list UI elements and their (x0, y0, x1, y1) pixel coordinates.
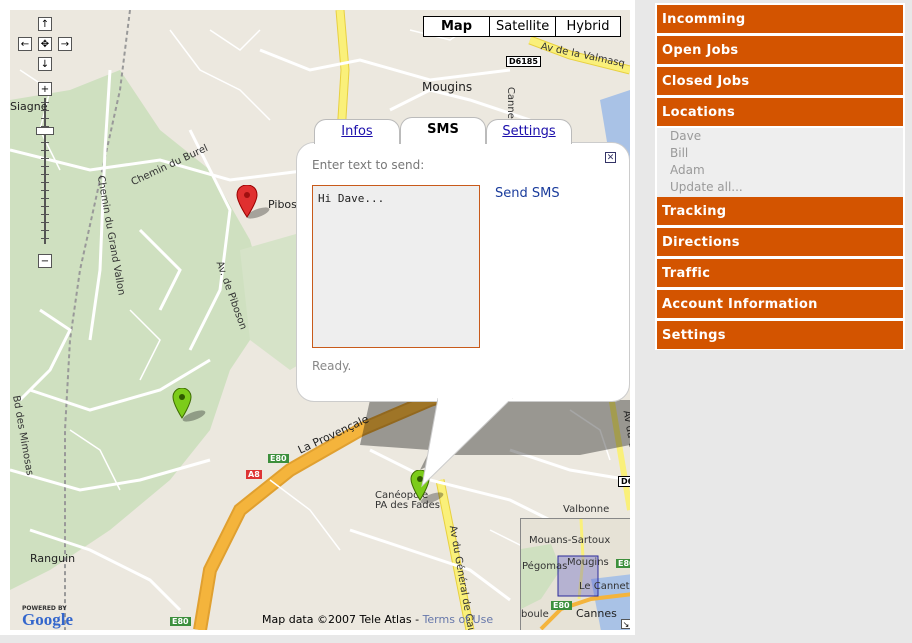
overview-badge-e80-b: E80 (551, 601, 572, 610)
road-badge-d6: D6 (618, 476, 630, 487)
location-item-adam[interactable]: Adam (670, 163, 705, 177)
google-wordmark: Google (22, 610, 73, 629)
location-item-update-all[interactable]: Update all... (670, 180, 743, 194)
zoom-out-icon[interactable]: − (38, 254, 52, 268)
road-badge-d6185: D6185 (506, 56, 541, 67)
pan-up-icon[interactable]: ↑ (38, 17, 52, 31)
tab-settings[interactable]: Settings (486, 119, 572, 144)
tab-infos[interactable]: Infos (314, 119, 400, 144)
overview-map[interactable]: Mouans-Sartoux Pégomas Mougins Le Cannet… (520, 518, 630, 630)
pan-down-icon[interactable]: ↓ (38, 57, 52, 71)
overview-label-pegomas: Pégomas (522, 561, 568, 572)
place-label-valbonne: Valbonne (563, 504, 610, 515)
sidebar-item-traffic[interactable]: Traffic (657, 259, 903, 287)
sidebar-item-incomming[interactable]: Incomming (657, 5, 903, 33)
sms-prompt-label: Enter text to send: (312, 158, 425, 172)
tab-sms[interactable]: SMS (400, 117, 486, 144)
overview-toggle-icon[interactable]: ↘ (621, 619, 630, 629)
green-marker-icon[interactable] (172, 388, 212, 428)
place-label-ranguin: Ranguin (30, 552, 76, 565)
map-type-hybrid[interactable]: Hybrid (556, 17, 620, 36)
pan-left-icon[interactable]: ← (18, 37, 32, 51)
sidebar-item-account-information[interactable]: Account Information (657, 290, 903, 318)
map-copyright: Map data ©2007 Tele Atlas - Terms of Use (262, 613, 493, 626)
zoom-slider-track[interactable] (38, 98, 52, 244)
overview-label-le-cannet: Le Cannet (579, 581, 630, 592)
place-label-mougins: Mougins (422, 80, 473, 94)
sidebar-item-open-jobs[interactable]: Open Jobs (657, 36, 903, 64)
pan-right-icon[interactable]: → (58, 37, 72, 51)
terms-of-use-link[interactable]: Terms of Use (423, 613, 494, 626)
overview-label-cannes: Cannes (576, 607, 617, 620)
close-icon[interactable]: ✕ (605, 152, 616, 163)
overview-label-mouans: Mouans-Sartoux (529, 535, 611, 546)
sidebar-item-closed-jobs[interactable]: Closed Jobs (657, 67, 903, 95)
road-badge-a8: A8 (246, 470, 262, 479)
info-window-pointer (421, 398, 513, 488)
sidebar-menu: Incomming Open Jobs Closed Jobs Location… (655, 3, 905, 350)
map-type-satellite[interactable]: Satellite (490, 17, 556, 36)
copyright-text: Map data ©2007 Tele Atlas - (262, 613, 423, 626)
sidebar-item-directions[interactable]: Directions (657, 228, 903, 256)
road-badge-e80: E80 (268, 454, 289, 463)
google-logo[interactable]: POWERED BY Google (22, 605, 73, 628)
locations-submenu: Dave Bill Adam Update all... (657, 128, 903, 198)
map-frame: Map Satellite Hybrid ↑ ← ✥ → ↓ + − Siagn… (0, 0, 635, 635)
location-item-dave[interactable]: Dave (670, 129, 701, 143)
red-marker-icon[interactable] (236, 185, 276, 225)
pan-center-icon[interactable]: ✥ (38, 37, 52, 51)
sms-status-text: Ready. (312, 359, 352, 373)
tab-settings-link[interactable]: Settings (502, 124, 555, 139)
place-label-siagne: Siagne (10, 100, 48, 113)
overview-badge-e80: E80 (616, 559, 630, 568)
map-type-map[interactable]: Map (424, 17, 490, 36)
road-badge-e80-bottom: E80 (170, 617, 191, 626)
sidebar-item-tracking[interactable]: Tracking (657, 197, 903, 225)
sms-message-input[interactable] (312, 185, 480, 348)
zoom-slider-thumb[interactable] (36, 127, 54, 135)
map-type-control: Map Satellite Hybrid (423, 16, 621, 37)
tab-infos-link[interactable]: Infos (341, 124, 372, 139)
sidebar-item-settings[interactable]: Settings (657, 321, 903, 349)
overview-label-mougins: Mougins (567, 557, 609, 568)
overview-label-boule: boule (521, 609, 549, 620)
location-item-bill[interactable]: Bill (670, 146, 688, 160)
sidebar-item-locations[interactable]: Locations (657, 98, 903, 126)
send-sms-link[interactable]: Send SMS (495, 186, 560, 201)
zoom-in-icon[interactable]: + (38, 82, 52, 96)
